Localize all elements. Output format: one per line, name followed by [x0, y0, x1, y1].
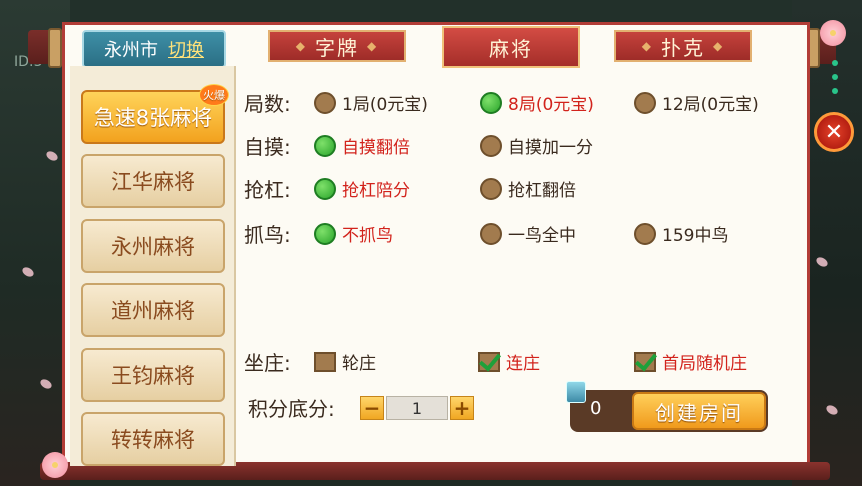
zuozhuang-option-rotate[interactable]: 轮庄: [314, 349, 376, 374]
zhuaniao-option-none[interactable]: 不抓鸟: [314, 221, 393, 246]
checkbox-icon: [314, 351, 336, 372]
base-score-value: 1: [386, 396, 448, 420]
diamond-count: 0: [590, 398, 602, 419]
checkbox-checked-icon: [634, 351, 656, 372]
tab-ornament-icon: ◆: [367, 39, 379, 53]
option-text: 不抓鸟: [342, 226, 393, 246]
sidebar-item-label: 转转麻将: [111, 428, 195, 452]
zimo-label: 自摸:: [244, 135, 291, 159]
sidebar-item-zhuanzhuan[interactable]: 转转麻将: [81, 412, 225, 466]
zimo-option-plus-one[interactable]: 自摸加一分: [480, 133, 593, 158]
zhuaniao-option-159[interactable]: 159中鸟: [634, 221, 728, 246]
rounds-label: 局数:: [244, 92, 291, 116]
base-score-stepper: − 1 +: [360, 396, 474, 420]
rod-end-left: [48, 28, 62, 68]
radio-selected-icon: [480, 91, 502, 114]
tab-label: 麻将: [489, 36, 533, 61]
sidebar-item-label: 道州麻将: [111, 299, 195, 323]
create-room-button[interactable]: 创建房间: [632, 392, 766, 430]
radio-selected-icon: [314, 177, 336, 200]
close-button[interactable]: ✕: [814, 112, 854, 152]
flower-decoration: [820, 20, 846, 46]
tab-majiang[interactable]: 麻将: [442, 26, 580, 68]
flower-decoration: [42, 452, 68, 478]
radio-selected-icon: [314, 222, 336, 245]
background-left: [0, 0, 70, 486]
zimo-option-double[interactable]: 自摸翻倍: [314, 133, 410, 158]
option-text: 8局(0元宝): [508, 95, 594, 115]
rounds-option-1[interactable]: 1局(0元宝): [314, 90, 428, 115]
option-text: 首局随机庄: [662, 354, 747, 374]
zhuaniao-label: 抓鸟:: [244, 223, 291, 247]
sidebar-item-label: 急速8张麻将: [93, 106, 213, 130]
radio-icon: [634, 91, 656, 114]
hot-badge: 火爆: [199, 84, 229, 106]
sidebar-item-daozhou[interactable]: 道州麻将: [81, 283, 225, 337]
zuozhuang-row: 坐庄: 轮庄 连庄 首局随机庄: [244, 347, 784, 377]
qianggang-label: 抢杠:: [244, 178, 291, 202]
tab-puke[interactable]: ◆ 扑克 ◆: [614, 30, 752, 62]
option-text: 轮庄: [342, 354, 376, 374]
base-score-row: 积分底分:: [244, 393, 364, 423]
sidebar-item-label: 王钧麻将: [111, 364, 195, 388]
radio-selected-icon: [314, 134, 336, 157]
plus-button[interactable]: +: [450, 396, 474, 420]
bead-decoration: [832, 60, 838, 66]
bead-decoration: [832, 74, 838, 80]
radio-icon: [634, 222, 656, 245]
option-text: 自摸翻倍: [342, 138, 410, 158]
city-selector: 永州市 切换: [82, 30, 226, 68]
qianggang-option-pay[interactable]: 抢杠陪分: [314, 176, 410, 201]
sidebar-item-jianghua[interactable]: 江华麻将: [81, 154, 225, 208]
zuozhuang-option-random-first[interactable]: 首局随机庄: [634, 349, 747, 374]
qianggang-option-double[interactable]: 抢杠翻倍: [480, 176, 576, 201]
zimo-row: 自摸: 自摸翻倍 自摸加一分: [244, 131, 784, 161]
zhuaniao-row: 抓鸟: 不抓鸟 一鸟全中 159中鸟: [244, 219, 784, 249]
minus-button[interactable]: −: [360, 396, 384, 420]
switch-city-link[interactable]: 切换: [168, 36, 204, 62]
option-text: 159中鸟: [662, 226, 729, 246]
radio-icon: [480, 222, 502, 245]
tab-label: 扑克: [661, 35, 705, 60]
option-text: 连庄: [506, 354, 540, 374]
option-text: 1局(0元宝): [342, 95, 428, 115]
zuozhuang-label: 坐庄:: [244, 351, 291, 375]
sidebar-item-wangjun[interactable]: 王钧麻将: [81, 348, 225, 402]
game-list-sidebar: 急速8张麻将 火爆 江华麻将 永州麻将 道州麻将 王钧麻将 转转麻将: [70, 66, 236, 466]
tab-ornament-icon: ◆: [641, 39, 653, 53]
option-text: 抢杠翻倍: [508, 181, 576, 201]
option-text: 自摸加一分: [508, 138, 593, 158]
option-text: 12局(0元宝): [662, 95, 759, 115]
checkbox-checked-icon: [478, 351, 500, 372]
rounds-row: 局数: 1局(0元宝) 8局(0元宝) 12局(0元宝): [244, 88, 784, 118]
zhuaniao-option-one-bird[interactable]: 一鸟全中: [480, 221, 576, 246]
city-name: 永州市: [104, 40, 158, 61]
sidebar-item-yongzhou[interactable]: 永州麻将: [81, 219, 225, 273]
option-text: 抢杠陪分: [342, 181, 410, 201]
zuozhuang-option-continue[interactable]: 连庄: [478, 349, 540, 374]
rounds-option-12[interactable]: 12局(0元宝): [634, 90, 759, 115]
radio-icon: [480, 134, 502, 157]
qianggang-row: 抢杠: 抢杠陪分 抢杠翻倍: [244, 174, 784, 204]
bead-decoration: [832, 88, 838, 94]
tab-ornament-icon: ◆: [295, 39, 307, 53]
tab-zipai[interactable]: ◆ 字牌 ◆: [268, 30, 406, 62]
sidebar-item-jisu-8-zhang[interactable]: 急速8张麻将 火爆: [81, 84, 229, 144]
tab-ornament-icon: ◆: [713, 39, 725, 53]
base-score-label: 积分底分:: [248, 397, 335, 421]
diamond-icon: [566, 381, 586, 403]
sidebar-item-label: 永州麻将: [111, 235, 195, 259]
rounds-option-8[interactable]: 8局(0元宝): [480, 90, 594, 115]
tab-label: 字牌: [315, 35, 359, 60]
radio-icon: [314, 91, 336, 114]
sidebar-item-label: 江华麻将: [111, 170, 195, 194]
radio-icon: [480, 177, 502, 200]
option-text: 一鸟全中: [508, 226, 576, 246]
top-strip: [0, 0, 862, 22]
